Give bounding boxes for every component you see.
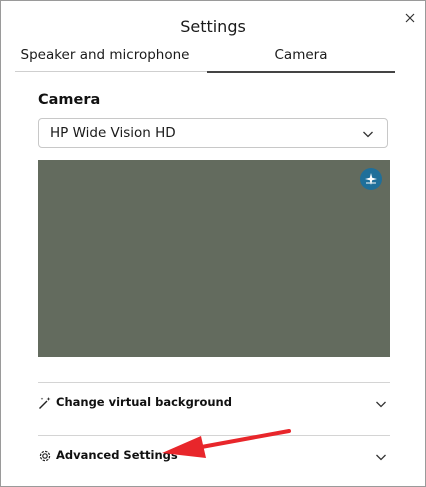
gear-icon [39,450,51,462]
tab-speaker-and-microphone[interactable]: Speaker and microphone [15,47,195,69]
sparkle-icon [365,173,377,185]
settings-dialog: Settings Speaker and microphone Camera C… [0,0,426,487]
magic-wand-icon [39,397,51,409]
dialog-title: Settings [180,17,246,36]
chevron-down-icon [376,401,386,408]
divider [38,382,390,383]
camera-device-dropdown[interactable]: HP Wide Vision HD [38,118,388,148]
camera-device-value: HP Wide Vision HD [50,125,176,141]
change-virtual-background-label: Change virtual background [56,395,232,409]
advanced-settings-row[interactable]: Advanced Settings [38,443,390,469]
tab-bar: Speaker and microphone Camera [15,45,395,73]
change-virtual-background-row[interactable]: Change virtual background [38,390,390,416]
close-button[interactable] [401,9,419,27]
close-icon [405,13,415,23]
camera-preview [38,160,390,357]
selected-tab-indicator [207,71,395,73]
tab-camera[interactable]: Camera [207,47,395,69]
divider [38,435,390,436]
chevron-down-icon [376,454,386,461]
camera-heading: Camera [38,92,101,108]
chevron-down-icon [363,131,373,138]
preview-effects-button[interactable] [360,168,382,190]
advanced-settings-label: Advanced Settings [56,448,178,462]
